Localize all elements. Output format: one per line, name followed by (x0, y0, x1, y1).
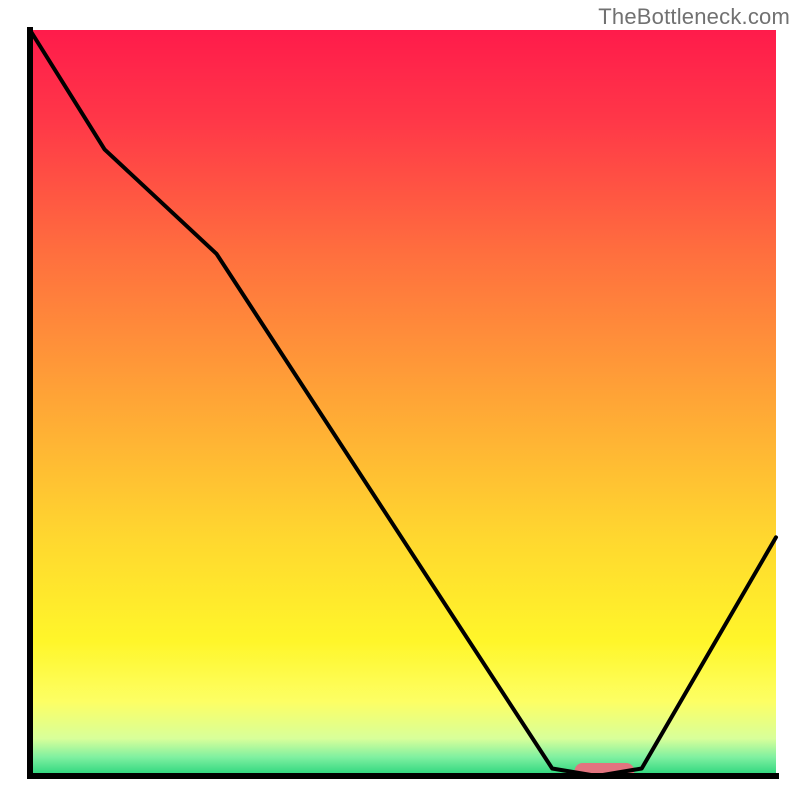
chart-container: TheBottleneck.com (0, 0, 800, 800)
plot-background (30, 30, 776, 776)
attribution-label: TheBottleneck.com (598, 4, 790, 30)
bottleneck-chart (0, 0, 800, 800)
